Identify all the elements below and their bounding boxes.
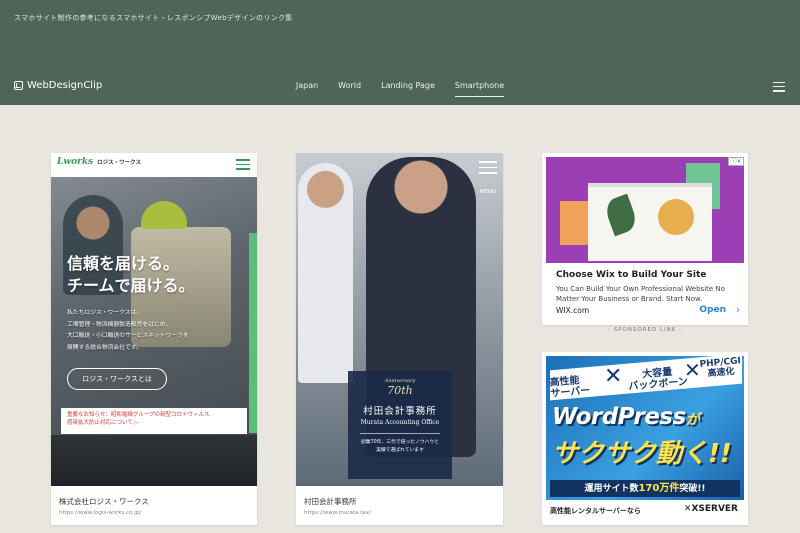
- site-card-murata[interactable]: MENU Anniversary 70th 村田会計事務所 Murata Acc…: [296, 153, 503, 525]
- nav-world[interactable]: World: [338, 80, 361, 97]
- screenshot-menu-icon: [236, 159, 250, 173]
- ad-banner[interactable]: 高性能 サーバー ✕ 大容量 バックボーン ✕ PHP/CGI 高速化 WordPre…: [546, 356, 744, 500]
- ad-image[interactable]: [546, 157, 744, 263]
- screenshot-logo: Lworks ロジス・ワークス: [57, 157, 141, 167]
- chevron-right-icon[interactable]: ›: [736, 305, 740, 316]
- card-title[interactable]: 株式会社ロジス・ワークス: [59, 496, 149, 507]
- screenshot-body: 私たちロジス・ワークスは、 工場管理・物流機器製造販売をはじめ、 大口輸送・小口…: [67, 310, 189, 351]
- screenshot-header: Lworks ロジス・ワークス: [51, 153, 257, 177]
- nav-japan[interactable]: Japan: [296, 80, 318, 97]
- card-url[interactable]: https://www.logis-works.co.jp/: [59, 510, 141, 516]
- sponsored-label: - SPONSORED LINK -: [607, 327, 683, 333]
- site-screenshot[interactable]: Lworks ロジス・ワークス 信頼を届ける。 チームで届ける。 私たちロジス・ワ…: [51, 153, 257, 486]
- screenshot-menu-icon: MENU: [479, 161, 497, 197]
- ad-tagline: 高性能レンタルサーバーなら: [550, 507, 641, 515]
- screenshot-button: ロジス・ワークスとは: [67, 368, 167, 390]
- ad-domain: WIX.com: [556, 306, 590, 315]
- helmet-image: [141, 201, 187, 229]
- ad-description: You Can Build Your Own Professional Webs…: [556, 285, 725, 303]
- site-screenshot[interactable]: MENU Anniversary 70th 村田会計事務所 Murata Acc…: [296, 153, 503, 486]
- card-title[interactable]: 村田会計事務所: [304, 496, 357, 507]
- ad-title[interactable]: Choose Wix to Build Your Site: [556, 270, 706, 280]
- screenshot-headline: 信頼を届ける。 チームで届ける。: [67, 254, 195, 295]
- ad-open-button[interactable]: Open: [699, 305, 726, 315]
- xserver-ad[interactable]: 高性能 サーバー ✕ 大容量 バックボーン ✕ PHP/CGI 高速化 WordPre…: [542, 352, 748, 525]
- person-image: [298, 163, 353, 383]
- xserver-logo[interactable]: ✕XSERVER: [684, 504, 738, 514]
- hamburger-menu-icon[interactable]: [773, 82, 785, 92]
- site-tagline: スマホサイト制作の参考になるスマホサイト・レスポンシブWebデザインのリンク集: [14, 14, 293, 22]
- wix-ad[interactable]: ⓘ✕ Choose Wix to Build Your Site You Can…: [542, 153, 748, 325]
- accent-bar: [249, 233, 257, 433]
- nav-smartphone[interactable]: Smartphone: [454, 80, 505, 97]
- screenshot-notice: 重要なお知らせ：昭和電線グループの新型コロナウィルス 感染拡大防止対応について …: [61, 408, 247, 434]
- screenshot-title-box: Anniversary 70th 村田会計事務所 Murata Accounti…: [348, 371, 452, 479]
- card-url[interactable]: https://www.murata.tax/: [304, 510, 371, 516]
- screenshot-footer-image: [51, 435, 257, 486]
- site-card-logis-works[interactable]: Lworks ロジス・ワークス 信頼を届ける。 チームで届ける。 私たちロジス・ワ…: [51, 153, 257, 525]
- main-nav: Japan World Landing Page Smartphone: [0, 80, 800, 97]
- nav-landing-page[interactable]: Landing Page: [381, 80, 435, 97]
- site-header: スマホサイト制作の参考になるスマホサイト・レスポンシブWebデザインのリンク集 …: [0, 0, 800, 105]
- ad-close-icon[interactable]: ⓘ✕: [728, 157, 744, 166]
